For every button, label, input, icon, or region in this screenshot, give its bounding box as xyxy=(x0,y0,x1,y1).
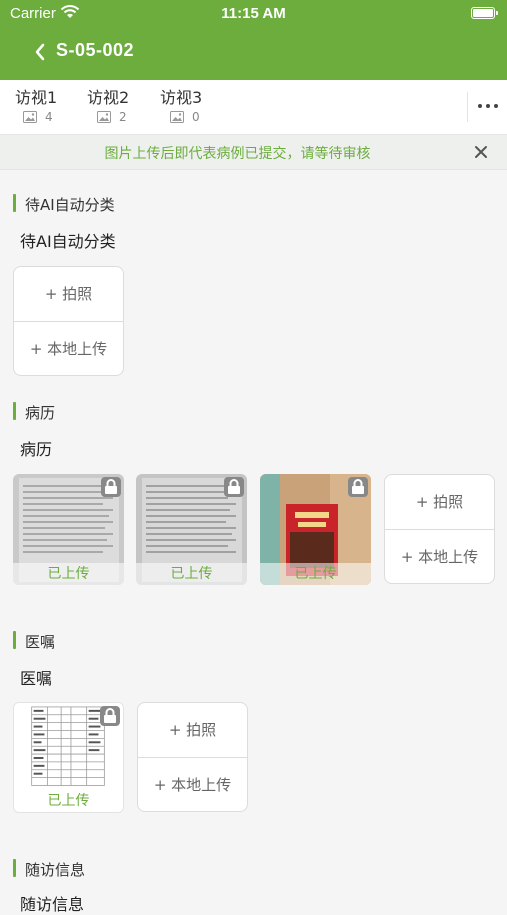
lock-icon xyxy=(348,477,368,497)
image-icon xyxy=(170,111,184,123)
chevron-left-icon[interactable] xyxy=(33,40,47,64)
section-title: 随访信息 xyxy=(25,861,86,879)
section-accent xyxy=(13,194,16,212)
status-bar: Carrier 11:15 AM xyxy=(0,0,507,28)
notice-banner: 图片上传后即代表病例已提交，请等待审核 xyxy=(0,135,507,170)
lock-icon xyxy=(224,477,244,497)
local-upload-button[interactable]: + 本地上传 xyxy=(138,758,247,813)
visit-tabs: 访视1 4 访视2 2 访视3 0 xyxy=(0,80,507,135)
upload-status: 已上传 xyxy=(136,563,247,585)
tab-label: 访视3 xyxy=(160,88,203,107)
category-label: 待AI自动分类 xyxy=(20,232,116,251)
category-label: 病历 xyxy=(20,440,53,459)
notice-text: 图片上传后即代表病例已提交，请等待审核 xyxy=(104,146,371,162)
page-title: S-05-002 xyxy=(56,40,135,60)
section-accent xyxy=(13,859,16,877)
category-label: 随访信息 xyxy=(20,895,85,914)
upload-status: 已上传 xyxy=(260,563,371,585)
uploaded-image[interactable]: 已上传 xyxy=(260,474,371,585)
take-photo-button[interactable]: + 拍照 xyxy=(138,703,247,758)
upload-box: + 拍照 + 本地上传 xyxy=(13,266,124,376)
category-label: 医嘱 xyxy=(20,669,53,688)
upload-box: + 拍照 + 本地上传 xyxy=(384,474,495,584)
image-icon xyxy=(97,111,111,123)
tab-label: 访视2 xyxy=(87,88,130,107)
tab-label: 访视1 xyxy=(15,88,58,107)
uploaded-image[interactable]: 已上传 xyxy=(136,474,247,585)
uploaded-image[interactable]: 已上传 xyxy=(13,474,124,585)
image-count-value: 0 xyxy=(192,110,200,124)
section-title: 医嘱 xyxy=(25,633,56,651)
upload-status: 已上传 xyxy=(13,563,124,585)
clock: 11:15 AM xyxy=(221,5,286,22)
upload-status: 已上传 xyxy=(47,793,90,809)
battery-icon xyxy=(471,7,498,19)
section-title: 待AI自动分类 xyxy=(25,196,115,214)
section-accent xyxy=(13,631,16,649)
section-accent xyxy=(13,402,16,420)
divider xyxy=(467,92,468,122)
tab-visit-2[interactable]: 访视2 2 xyxy=(87,80,157,134)
local-upload-button[interactable]: + 本地上传 xyxy=(14,322,123,377)
local-upload-button[interactable]: + 本地上传 xyxy=(385,530,494,585)
nav-bar: S-05-002 xyxy=(0,28,507,80)
close-icon[interactable] xyxy=(472,143,490,161)
image-count-value: 4 xyxy=(45,110,53,124)
more-icon[interactable] xyxy=(474,94,502,118)
upload-box: + 拍照 + 本地上传 xyxy=(137,702,248,812)
lock-icon xyxy=(100,706,120,726)
take-photo-button[interactable]: + 拍照 xyxy=(385,475,494,530)
image-count-value: 2 xyxy=(119,110,127,124)
image-icon xyxy=(23,111,37,123)
tab-visit-3[interactable]: 访视3 0 xyxy=(160,80,230,134)
section-title: 病历 xyxy=(25,404,56,422)
tab-visit-1[interactable]: 访视1 4 xyxy=(15,80,85,134)
lock-icon xyxy=(101,477,121,497)
uploaded-image[interactable]: 已上传 xyxy=(13,702,124,813)
take-photo-button[interactable]: + 拍照 xyxy=(14,267,123,322)
